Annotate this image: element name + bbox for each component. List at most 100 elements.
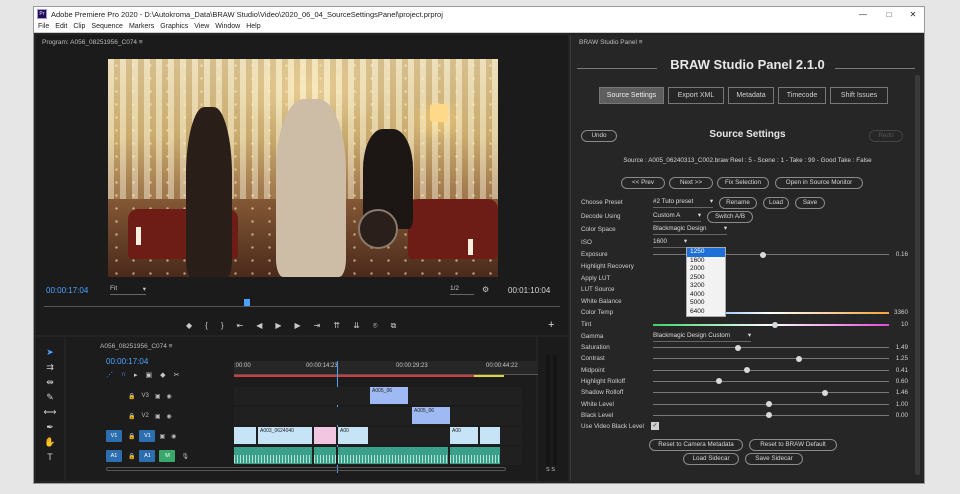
timeline-tab[interactable]: A056_08251956_C074 ≡ <box>100 343 172 350</box>
lock-icon[interactable]: 🔒 <box>128 393 135 400</box>
gamma-param-slider-knob[interactable] <box>765 401 772 407</box>
track-v1[interactable]: A003_0624040 A00 A00 <box>234 427 522 445</box>
menu-file[interactable]: File <box>38 23 49 30</box>
gamma-param-slider-knob[interactable] <box>822 389 829 396</box>
gamma-param-slider-knob[interactable] <box>765 412 772 419</box>
timeline-ruler[interactable]: :00:00 00:00:14:23 00:00:29:23 00:00:44:… <box>234 361 554 375</box>
iso-option[interactable]: 5000 <box>687 299 725 308</box>
eye-icon[interactable]: ◉ <box>167 413 172 420</box>
clip-v1-0[interactable] <box>234 427 256 444</box>
save-sidecar-button[interactable]: Save Sidecar <box>745 453 803 465</box>
meter-solo-labels[interactable]: S S <box>546 467 555 473</box>
fix-selection-button[interactable]: Fix Selection <box>717 177 769 189</box>
type-tool-icon[interactable]: T <box>47 452 53 462</box>
iso-option[interactable]: 4000 <box>687 291 725 300</box>
menu-window[interactable]: Window <box>215 23 240 30</box>
iso-option[interactable]: 1250 <box>687 248 725 257</box>
add-button-icon[interactable]: + <box>548 319 554 331</box>
maximize-button[interactable]: □ <box>876 7 902 21</box>
gamma-select[interactable]: Blackmagic Design Custom ▾ <box>653 332 751 342</box>
pen-tool-icon[interactable]: ✒ <box>46 422 54 433</box>
tint-slider-knob[interactable] <box>772 321 778 328</box>
gamma-param-slider-knob[interactable] <box>734 344 741 351</box>
lift-icon[interactable]: ⇈ <box>333 321 340 331</box>
switch-ab-button[interactable]: Switch A/B <box>707 211 753 223</box>
gamma-param-slider[interactable] <box>653 392 889 394</box>
track-v2[interactable]: A005_06 <box>234 407 522 425</box>
track-name-a1[interactable]: A1 <box>139 450 156 462</box>
track-a1[interactable] <box>234 447 522 465</box>
sync-lock-icon[interactable]: ▣ <box>155 393 161 400</box>
audio-clip-1[interactable] <box>234 447 312 464</box>
tab-timecode[interactable]: Timecode <box>778 87 826 104</box>
clip-v1-3[interactable]: A00 <box>338 427 368 444</box>
step-forward-icon[interactable]: ▶ <box>295 321 301 331</box>
iso-option[interactable]: 1600 <box>687 257 725 266</box>
load-preset-button[interactable]: Load <box>763 197 789 209</box>
redo-button[interactable]: Redo <box>869 130 903 142</box>
iso-select[interactable]: 1600 ▾ <box>653 238 687 248</box>
save-preset-button[interactable]: Save <box>795 197 825 209</box>
program-monitor-tab[interactable]: Program: A056_08251956_C074 ≡ <box>42 39 143 46</box>
next-button[interactable]: Next >> <box>669 177 713 189</box>
program-timecode[interactable]: 00:00:17:04 <box>46 286 88 295</box>
track-name-v1[interactable]: V1 <box>139 430 156 442</box>
menu-markers[interactable]: Markers <box>129 23 154 30</box>
rename-preset-button[interactable]: Rename <box>719 197 757 209</box>
mark-out-icon[interactable]: } <box>221 321 224 331</box>
ripple-edit-tool-icon[interactable]: ⇹ <box>46 377 54 388</box>
snap-icon[interactable]: ⋰ <box>106 371 113 379</box>
gamma-param-slider[interactable] <box>653 380 889 382</box>
prev-button[interactable]: << Prev <box>621 177 665 189</box>
clip-v1-1[interactable]: A003_0624040 <box>258 427 312 444</box>
timeline-settings-icon[interactable]: ✂ <box>174 371 180 379</box>
close-button[interactable]: ✕ <box>900 7 926 21</box>
menu-sequence[interactable]: Sequence <box>91 23 123 30</box>
go-to-in-icon[interactable]: ⇤ <box>237 321 244 331</box>
export-frame-icon[interactable]: ⌾ <box>373 321 378 331</box>
menu-clip[interactable]: Clip <box>73 23 85 30</box>
mute-button[interactable]: M <box>159 450 176 462</box>
menu-view[interactable]: View <box>194 23 209 30</box>
clip-v1-4[interactable]: A00 <box>450 427 478 444</box>
menu-help[interactable]: Help <box>246 23 260 30</box>
add-marker-icon[interactable]: ◆ <box>186 321 192 331</box>
timeline-horizontal-scrollbar[interactable] <box>106 467 506 471</box>
mark-in-icon[interactable]: { <box>205 321 208 331</box>
lock-icon[interactable]: 🔒 <box>128 433 135 440</box>
track-select-tool-icon[interactable]: ⇉ <box>46 362 54 373</box>
lock-icon[interactable]: 🔒 <box>128 453 135 460</box>
iso-dropdown-list[interactable]: 1250 1600 2000 2500 3200 4000 5000 6400 <box>686 247 726 317</box>
tab-shift-issues[interactable]: Shift Issues <box>830 87 888 104</box>
comparison-view-icon[interactable]: ⧉ <box>391 321 397 331</box>
play-icon[interactable]: ▶ <box>275 321 281 331</box>
tab-source-settings[interactable]: Source Settings <box>599 87 664 104</box>
linked-selection-icon[interactable]: ∩ <box>121 371 126 379</box>
use-video-black-level-checkbox[interactable]: ✓ <box>651 422 659 430</box>
clip-v1-2[interactable] <box>314 427 336 444</box>
tab-metadata[interactable]: Metadata <box>728 87 774 104</box>
decode-using-select[interactable]: Custom A ▾ <box>653 212 701 222</box>
gamma-param-slider-knob[interactable] <box>744 367 751 374</box>
source-patch-a1[interactable]: A1 <box>106 450 122 462</box>
tint-slider[interactable] <box>653 324 889 326</box>
tab-export-xml[interactable]: Export XML <box>668 87 724 104</box>
eye-icon[interactable]: ◉ <box>167 393 172 400</box>
selection-tool-icon[interactable]: ➤ <box>46 347 54 358</box>
gamma-param-slider[interactable] <box>653 347 889 348</box>
audio-clip-2[interactable] <box>314 447 336 464</box>
go-to-out-icon[interactable]: ⇥ <box>314 321 321 331</box>
track-v3[interactable]: A005_06 <box>234 387 522 405</box>
gamma-param-slider-knob[interactable] <box>716 378 723 385</box>
playhead-marker[interactable] <box>244 299 250 306</box>
braw-panel-tab[interactable]: BRAW Studio Panel ≡ <box>579 39 643 46</box>
lock-icon[interactable]: 🔒 <box>128 413 135 420</box>
sync-lock-icon[interactable]: ▣ <box>155 413 161 420</box>
hand-tool-icon[interactable]: ✋ <box>44 437 55 448</box>
reset-braw-default-button[interactable]: Reset to BRAW Default <box>749 439 837 451</box>
iso-option[interactable]: 3200 <box>687 282 725 291</box>
marker-icon[interactable]: ◆ <box>160 371 165 379</box>
wrench-icon[interactable]: ⚙ <box>482 285 489 294</box>
reset-camera-metadata-button[interactable]: Reset to Camera Metadata <box>649 439 743 451</box>
program-scrubber[interactable] <box>44 299 560 307</box>
